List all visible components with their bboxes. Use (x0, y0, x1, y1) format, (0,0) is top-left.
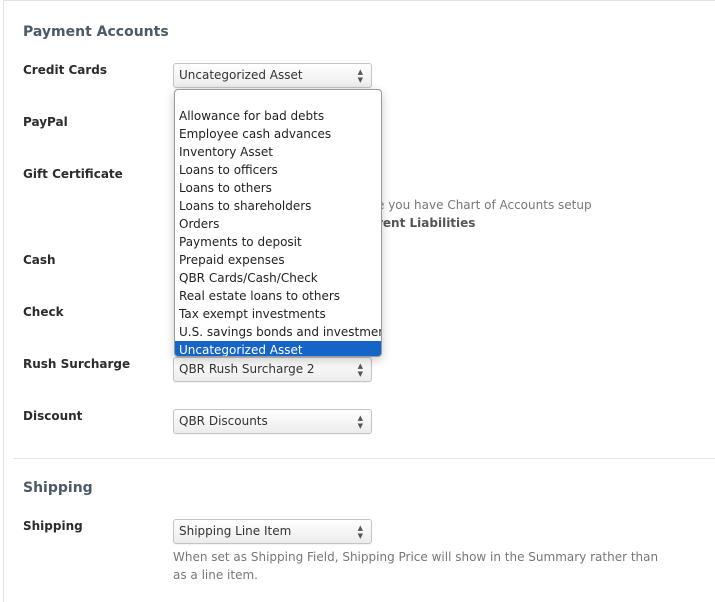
cash-label: Cash (23, 253, 56, 267)
shipping-help: When set as Shipping Field, Shipping Pri… (173, 548, 658, 584)
dropdown-option[interactable]: Loans to officers (175, 161, 381, 179)
shipping-label: Shipping (23, 519, 83, 533)
shipping-title: Shipping (23, 480, 93, 496)
dropdown-option[interactable]: Loans to others (175, 179, 381, 197)
credit-cards-dropdown-list: Allowance for bad debts Employee cash ad… (174, 89, 382, 357)
rush-surcharge-label: Rush Surcharge (23, 357, 131, 371)
shipping-help-line2: as a line item. (173, 568, 258, 582)
credit-cards-select[interactable]: Uncategorized Asset ▲ ▼ (173, 63, 372, 88)
shipping-select-value: Shipping Line Item (179, 524, 292, 538)
gift-certificate-help-line2: rent Liabilities (377, 216, 476, 230)
chevron-updown-icon: ▲ ▼ (357, 67, 363, 84)
dropdown-option[interactable]: Prepaid expenses (175, 251, 381, 269)
dropdown-option[interactable]: Payments to deposit (175, 233, 381, 251)
check-label: Check (23, 305, 64, 319)
dropdown-option[interactable]: Orders (175, 215, 381, 233)
dropdown-option[interactable]: Real estate loans to others (175, 287, 381, 305)
dropdown-option-selected[interactable]: Uncategorized Asset (175, 341, 381, 356)
dropdown-option[interactable]: Inventory Asset (175, 143, 381, 161)
section-divider (13, 458, 715, 459)
dropdown-option[interactable]: Employee cash advances (175, 125, 381, 143)
chevron-updown-icon: ▲ ▼ (357, 413, 363, 430)
rush-surcharge-select-value: QBR Rush Surcharge 2 (179, 362, 315, 376)
dropdown-option[interactable]: Tax exempt investments (175, 305, 381, 323)
shipping-select[interactable]: Shipping Line Item ▲ ▼ (173, 519, 372, 544)
chevron-updown-icon: ▲ ▼ (357, 361, 363, 378)
gift-certificate-help: e you have Chart of Accounts setup rent … (377, 196, 592, 232)
credit-cards-select-value: Uncategorized Asset (179, 68, 303, 82)
dropdown-option[interactable]: QBR Cards/Cash/Check (175, 269, 381, 287)
gift-certificate-help-line1: e you have Chart of Accounts setup (377, 198, 592, 212)
payment-accounts-title: Payment Accounts (23, 24, 169, 40)
paypal-label: PayPal (23, 115, 68, 129)
discount-select-value: QBR Discounts (179, 414, 268, 428)
dropdown-option[interactable]: U.S. savings bonds and investments (175, 323, 381, 341)
shipping-help-line1: When set as Shipping Field, Shipping Pri… (173, 550, 659, 564)
discount-label: Discount (23, 409, 83, 423)
discount-select[interactable]: QBR Discounts ▲ ▼ (173, 409, 372, 434)
rush-surcharge-select[interactable]: QBR Rush Surcharge 2 ▲ ▼ (173, 357, 372, 382)
dropdown-option[interactable]: Allowance for bad debts (175, 107, 381, 125)
chevron-updown-icon: ▲ ▼ (357, 523, 363, 540)
credit-cards-label: Credit Cards (23, 63, 108, 77)
gift-certificate-label: Gift Certificate (23, 167, 123, 181)
dropdown-option[interactable]: Loans to shareholders (175, 197, 381, 215)
